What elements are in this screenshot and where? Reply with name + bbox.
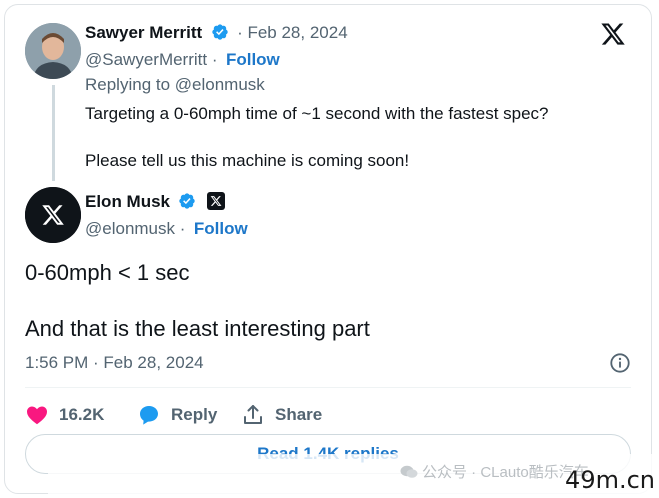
channel-watermark: 公众号 · CLauto酷乐汽车 [400, 461, 589, 482]
replying-to-label: Replying to @elonmusk [85, 75, 265, 94]
main-author-name[interactable]: Elon Musk [85, 192, 170, 211]
reply-text-line-1: Targeting a 0-60mph time of ~1 second wi… [85, 104, 549, 123]
reply-text-line-2: Please tell us this machine is coming so… [85, 151, 410, 170]
main-text-line-1: 0-60mph < 1 sec [25, 260, 190, 285]
x-logo-icon[interactable] [599, 21, 627, 47]
follow-sawyer-button[interactable]: Follow [226, 50, 280, 69]
follow-elon-button[interactable]: Follow [194, 219, 248, 238]
avatar-sawyer-merritt[interactable] [25, 23, 81, 79]
share-upload-icon [244, 405, 262, 424]
verified-badge-icon [211, 24, 228, 40]
like-count: 16.2K [59, 405, 105, 424]
wechat-icon [400, 465, 418, 478]
reply-author-name[interactable]: Sawyer Merritt [85, 23, 202, 42]
site-watermark: 49m.cn [565, 466, 655, 494]
info-icon[interactable] [609, 352, 631, 374]
reply-author-handle[interactable]: @SawyerMerritt · [85, 50, 218, 69]
main-author-handle[interactable]: @elonmusk · [85, 219, 185, 238]
reply-date: · Feb 28, 2024 [237, 23, 348, 42]
x-affiliate-badge-icon [206, 192, 225, 210]
tweet-embed-card: Sawyer Merritt · Feb 28, 2024 @SawyerMer… [4, 4, 652, 494]
avatar-elon-musk[interactable] [25, 187, 81, 243]
share-label: Share [275, 405, 323, 424]
thread-connector-line [52, 85, 55, 181]
share-button[interactable]: Share [241, 403, 322, 427]
heart-icon [27, 406, 47, 425]
reply-button[interactable]: Reply [137, 403, 217, 427]
tweet-timestamp[interactable]: 1:56 PM · Feb 28, 2024 [25, 353, 204, 372]
speech-bubble-icon [140, 406, 158, 425]
divider [25, 387, 631, 388]
reply-label: Reply [171, 405, 218, 424]
like-button[interactable]: 16.2K [25, 403, 104, 427]
verified-badge-icon [179, 193, 196, 209]
main-text-line-2: And that is the least interesting part [25, 316, 370, 341]
